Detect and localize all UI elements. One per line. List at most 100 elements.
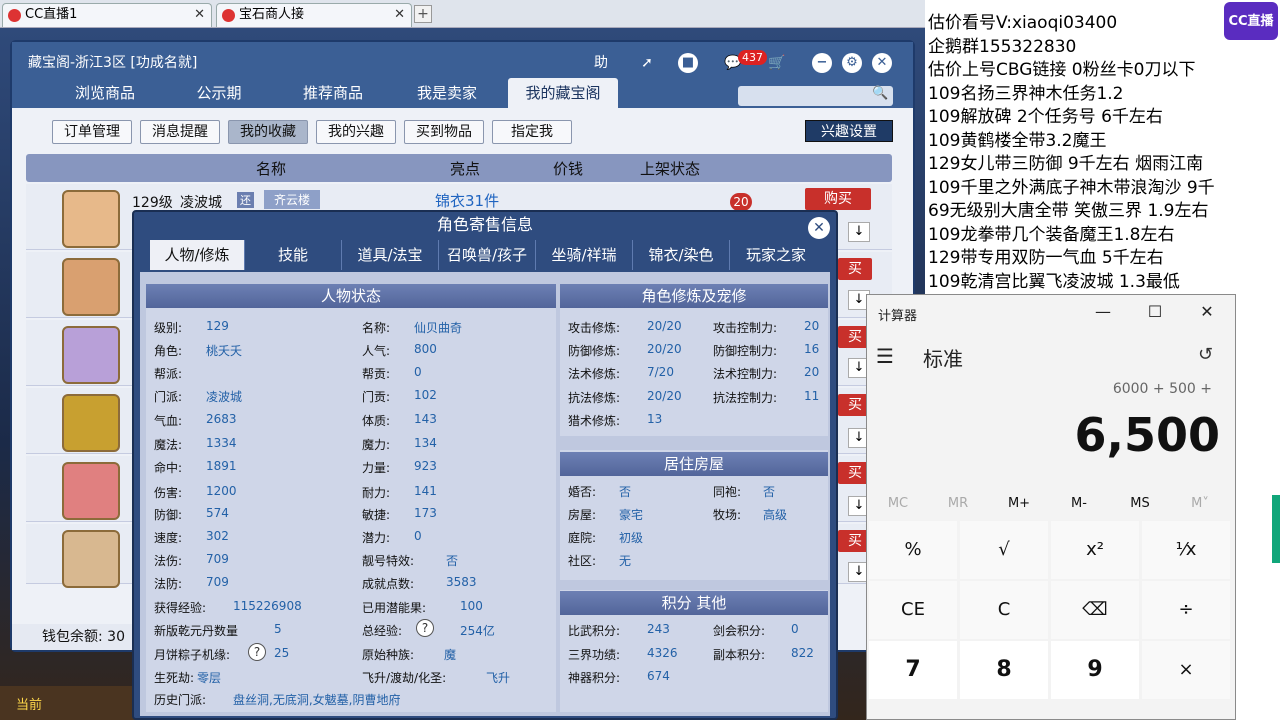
- clear-entry-key[interactable]: CE: [869, 581, 957, 639]
- house-label: 婚否:: [568, 485, 597, 499]
- memory-button-m[interactable]: M˅: [1180, 496, 1220, 511]
- dropdown-arrow-icon[interactable]: ↓: [848, 222, 870, 242]
- calculator-expression: 6000 + 500 +: [1112, 381, 1212, 397]
- cultivation-value: 16: [804, 342, 820, 356]
- memory-button-mr[interactable]: MR: [938, 496, 978, 511]
- close-icon[interactable]: ✕: [394, 4, 405, 26]
- house-value: 无: [619, 554, 632, 568]
- race-value: 魔: [444, 648, 457, 662]
- interest-settings-button[interactable]: 兴趣设置: [805, 120, 893, 142]
- stat-label: 级别:: [154, 321, 183, 335]
- score-label: 三界功绩:: [568, 648, 621, 662]
- help-button[interactable]: 助: [588, 52, 614, 74]
- stat-label: 角色:: [154, 344, 183, 358]
- sqrt-key[interactable]: √: [960, 521, 1048, 579]
- multiply-key[interactable]: ×: [1142, 641, 1230, 699]
- square-key[interactable]: x²: [1051, 521, 1139, 579]
- memory-button-m-[interactable]: M-: [1059, 496, 1099, 511]
- memory-button-mc[interactable]: MC: [878, 496, 918, 511]
- backspace-key[interactable]: ⌫: [1051, 581, 1139, 639]
- avatar[interactable]: [62, 462, 120, 520]
- avatar[interactable]: [62, 190, 120, 248]
- order-manage-button[interactable]: 订单管理: [52, 120, 132, 144]
- close-icon[interactable]: ✕: [1192, 302, 1222, 321]
- tab-items[interactable]: 道具/法宝: [342, 240, 439, 270]
- hamburger-menu-icon[interactable]: ☰: [876, 344, 894, 368]
- avatar[interactable]: [62, 394, 120, 452]
- maximize-icon[interactable]: ☐: [1140, 302, 1170, 321]
- stop-icon[interactable]: ■: [678, 53, 698, 73]
- avatar[interactable]: [62, 258, 120, 316]
- house-value: 否: [619, 485, 632, 499]
- tab-clothes[interactable]: 锦衣/染色: [633, 240, 730, 270]
- tab-skills[interactable]: 技能: [245, 240, 342, 270]
- share-icon[interactable]: ➚: [634, 52, 660, 74]
- minimize-icon[interactable]: —: [1088, 302, 1118, 321]
- settings-icon[interactable]: ⚙: [842, 53, 862, 73]
- stat-value: 574: [206, 506, 229, 520]
- exp-label: 获得经验:: [154, 601, 207, 615]
- digit-7-key[interactable]: 7: [869, 641, 957, 699]
- tab-mounts[interactable]: 坐骑/祥瑞: [536, 240, 633, 270]
- new-tab-button[interactable]: +: [414, 5, 432, 23]
- avatar[interactable]: [62, 326, 120, 384]
- wallet-balance: 钱包余额: 30: [12, 624, 152, 650]
- divide-key[interactable]: ÷: [1142, 581, 1230, 639]
- nav-my-cbg[interactable]: 我的藏宝阁: [508, 78, 618, 108]
- my-interest-button[interactable]: 我的兴趣: [316, 120, 396, 144]
- close-icon[interactable]: ✕: [194, 4, 205, 26]
- my-favorites-button[interactable]: 我的收藏: [228, 120, 308, 144]
- stat-label: 防御:: [154, 508, 183, 522]
- status-panel-title: 人物状态: [146, 284, 556, 308]
- nav-recommend[interactable]: 推荐商品: [280, 78, 386, 108]
- minimize-icon[interactable]: −: [812, 53, 832, 73]
- help-question-icon[interactable]: ?: [416, 619, 434, 637]
- buy-button[interactable]: 买: [838, 258, 872, 280]
- history-icon[interactable]: ↺: [1198, 344, 1213, 365]
- col-price: 价钱: [553, 160, 584, 178]
- digit-9-key[interactable]: 9: [1051, 641, 1139, 699]
- house-label: 同袍:: [713, 485, 742, 499]
- stat-value: 173: [414, 506, 437, 520]
- stat-value: 709: [206, 575, 229, 589]
- stat-value: 1891: [206, 459, 237, 473]
- nav-seller[interactable]: 我是卖家: [394, 78, 500, 108]
- tab-home[interactable]: 玩家之家: [730, 240, 822, 270]
- percent-key[interactable]: %: [869, 521, 957, 579]
- row-highlight-link[interactable]: 锦衣31件: [435, 190, 499, 211]
- browser-tab-gem[interactable]: 宝石商人接 ✕: [216, 3, 412, 27]
- help-question-icon[interactable]: ?: [248, 643, 266, 661]
- search-input[interactable]: [738, 86, 893, 106]
- buy-button[interactable]: 购买: [805, 188, 871, 210]
- memory-button-m+[interactable]: M+: [999, 496, 1039, 511]
- message-remind-button[interactable]: 消息提醒: [140, 120, 220, 144]
- life-label: 生死劫:: [154, 671, 195, 685]
- stat-label: 力量:: [362, 461, 391, 475]
- browser-tab-cc[interactable]: CC直播1 ✕: [2, 3, 212, 27]
- row-server: 齐云楼: [264, 190, 321, 209]
- nav-public[interactable]: 公示期: [166, 78, 272, 108]
- avatar[interactable]: [62, 530, 120, 588]
- cbg-title: 藏宝阁-浙江3区 [功成名就]: [28, 55, 198, 71]
- mooncake-value: 25: [274, 646, 290, 660]
- stat-value: 102: [414, 388, 437, 402]
- cultivation-value: 20/20: [647, 342, 682, 356]
- close-icon[interactable]: ✕: [808, 217, 830, 239]
- row-count-badge: 20: [730, 193, 752, 211]
- cultivation-value: 7/20: [647, 365, 674, 379]
- search-icon[interactable]: 🔍: [872, 86, 888, 101]
- nav-browse[interactable]: 浏览商品: [52, 78, 158, 108]
- memory-button-ms[interactable]: MS: [1120, 496, 1160, 511]
- digit-8-key[interactable]: 8: [960, 641, 1048, 699]
- cc-logo: CC直播: [1224, 2, 1278, 40]
- clear-key[interactable]: C: [960, 581, 1048, 639]
- bought-items-button[interactable]: 买到物品: [404, 120, 484, 144]
- cart-icon[interactable]: 🛒: [764, 52, 790, 74]
- cc-favicon-icon: [222, 9, 235, 22]
- calculator-title: 计算器: [878, 309, 918, 324]
- close-icon[interactable]: ✕: [872, 53, 892, 73]
- tab-character[interactable]: 人物/修炼: [150, 240, 245, 270]
- reciprocal-key[interactable]: ¹⁄x: [1142, 521, 1230, 579]
- designated-me-button[interactable]: 指定我: [492, 120, 572, 144]
- tab-summons[interactable]: 召唤兽/孩子: [439, 240, 536, 270]
